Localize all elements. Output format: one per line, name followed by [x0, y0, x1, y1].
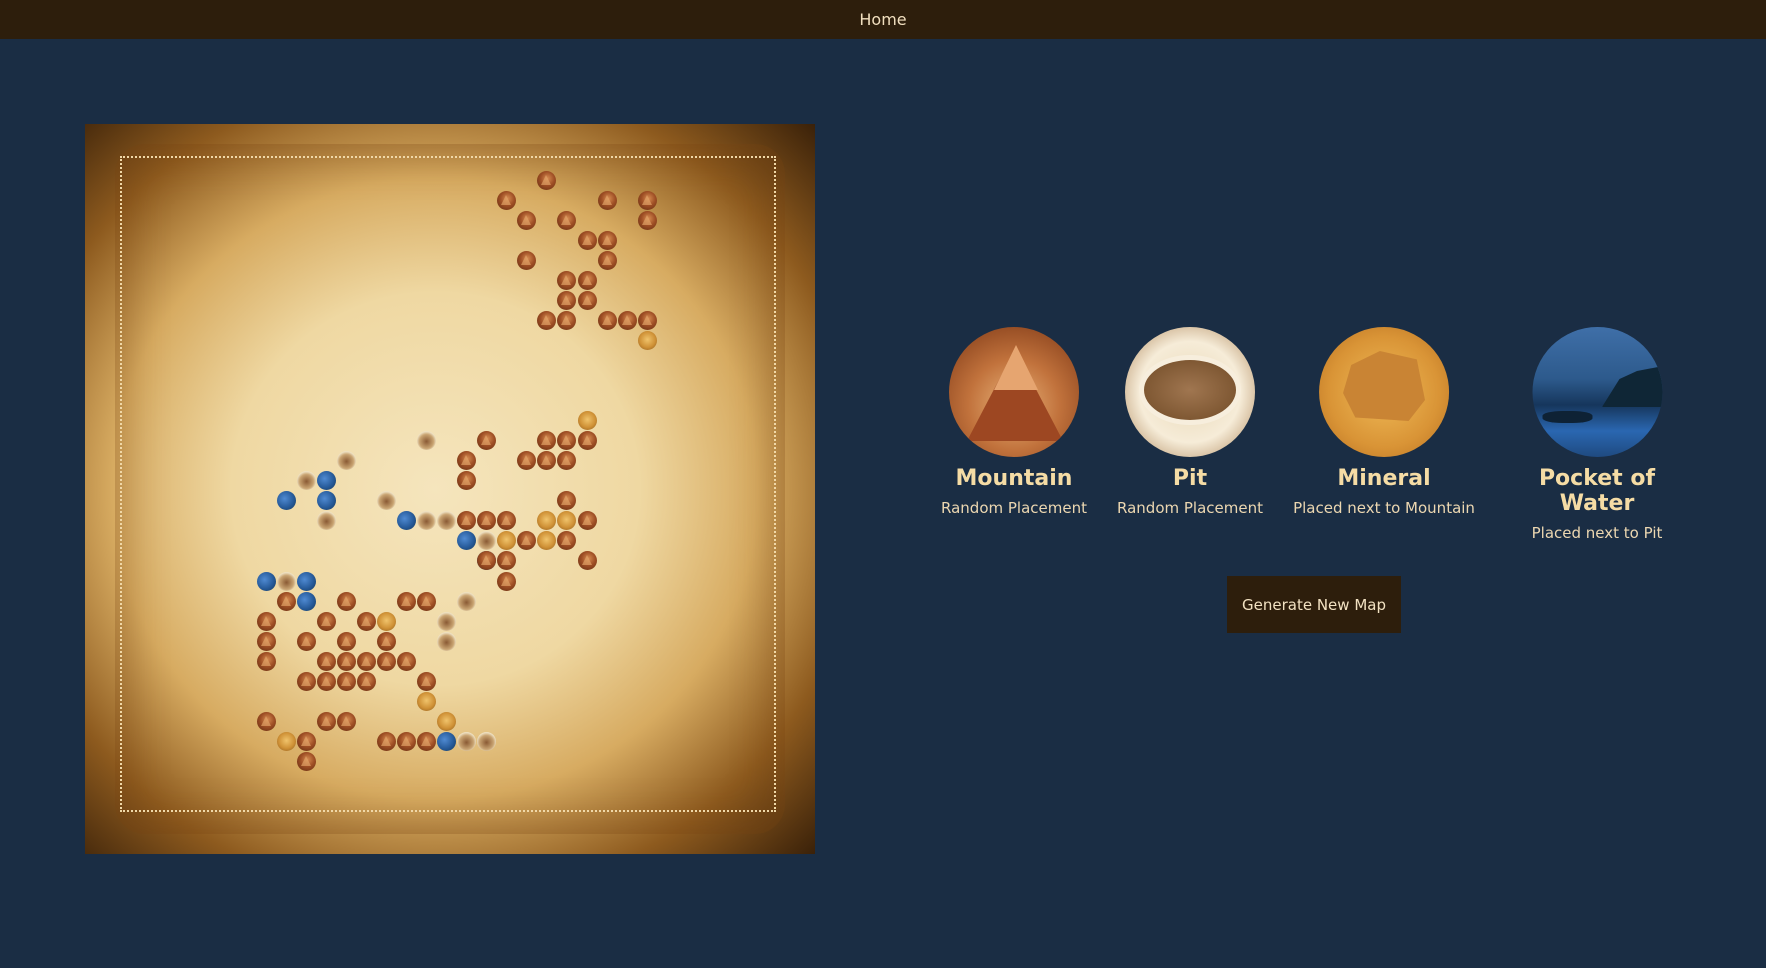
map-tile-water	[316, 471, 336, 491]
map-tile-mountain	[577, 431, 597, 451]
map-tile-mountain	[597, 250, 617, 270]
map-tile-pit	[437, 611, 457, 631]
map-tile-pit	[477, 731, 497, 751]
map-tile-mineral	[577, 411, 597, 431]
map-tile-mountain	[497, 190, 517, 210]
legend-mineral: Mineral Placed next to Mountain	[1293, 327, 1475, 517]
map-tile-mountain	[577, 551, 597, 571]
map-tile-pit	[457, 731, 477, 751]
map-tile-mountain	[557, 210, 577, 230]
map-tile-mountain	[296, 731, 316, 751]
map-tile-mountain	[256, 651, 276, 671]
mountain-icon	[948, 327, 1079, 457]
map-tile-mountain	[377, 651, 396, 671]
map-tile-mountain	[377, 631, 396, 651]
map-tile-mountain	[356, 671, 376, 691]
map-tile-water	[296, 591, 316, 611]
legend-mountain: Mountain Random Placement	[941, 327, 1087, 517]
map-tile-mountain	[577, 290, 597, 310]
map-tile-water	[437, 731, 457, 751]
map-tile-pit	[336, 451, 356, 471]
map-tile-mountain	[397, 731, 417, 751]
map-tile-mountain	[417, 731, 437, 751]
map-tile-mountain	[577, 511, 597, 531]
map-tile-mountain	[497, 571, 517, 591]
map-tile-mountain	[336, 711, 356, 731]
legend-water-name: Pocket of Water	[1538, 466, 1656, 516]
map-tile-mineral	[637, 330, 657, 350]
map-tile-mountain	[356, 651, 376, 671]
map-tile-mountain	[336, 651, 356, 671]
map-tile-mineral	[377, 611, 396, 631]
legend-pit-name: Pit	[1172, 466, 1208, 491]
map-tile-mountain	[316, 711, 336, 731]
map-tile-water	[276, 491, 296, 511]
map-tile-mountain	[617, 310, 637, 330]
map-tile-mountain	[517, 210, 537, 230]
map-tile-mineral	[276, 731, 296, 751]
legend-mountain-name: Mountain	[955, 466, 1073, 491]
map-tile-mountain	[316, 651, 336, 671]
map-tile-water	[316, 491, 336, 511]
legend-pit: Pit Random Placement	[1117, 327, 1263, 517]
map-tile-mountain	[336, 671, 356, 691]
map-tile-water	[296, 571, 316, 591]
map-tile-mountain	[637, 210, 657, 230]
water-icon	[1532, 327, 1662, 457]
map-tile-mountain	[296, 671, 316, 691]
map-tile-mineral	[437, 711, 457, 731]
home-link[interactable]: Home	[859, 10, 906, 29]
map-tile-mountain	[296, 631, 316, 651]
legend-water-rule: Placed next to Pit	[1531, 524, 1663, 542]
map-tile-pit	[296, 471, 316, 491]
map-tile-mountain	[276, 591, 296, 611]
legend-pit-rule: Random Placement	[1117, 499, 1263, 517]
legend-water: Pocket of Water Placed next to Pit	[1513, 327, 1682, 542]
map-tile-mountain	[296, 751, 316, 771]
map-tile-mountain	[537, 170, 557, 190]
map-tile-pit	[457, 591, 477, 611]
map-tile-mountain	[417, 591, 437, 611]
legend-mountain-rule: Random Placement	[941, 499, 1087, 517]
map-tile-mountain	[256, 611, 276, 631]
map-tile-mountain	[256, 631, 276, 651]
generate-map-button[interactable]: Generate New Map	[1227, 576, 1401, 633]
map-canvas	[85, 124, 815, 854]
map-tile-mountain	[397, 591, 417, 611]
map-tile-mountain	[336, 631, 356, 651]
map-tile-mountain	[356, 611, 376, 631]
map-tile-mountain	[637, 190, 657, 210]
map-tile-mountain	[417, 671, 437, 691]
map-tile-pit	[276, 571, 296, 591]
map-tile-mountain	[397, 651, 417, 671]
map-tile-mountain	[577, 270, 597, 290]
map-tile-mountain	[637, 310, 657, 330]
map-tile-mountain	[597, 310, 617, 330]
map-tile-mountain	[316, 671, 336, 691]
legend-mineral-rule: Placed next to Mountain	[1293, 499, 1475, 517]
map-tile-mountain	[316, 611, 336, 631]
top-nav-bar: Home	[0, 0, 1766, 39]
map-tile-water	[256, 571, 276, 591]
mineral-icon	[1319, 327, 1449, 457]
map-tile-mountain	[517, 250, 537, 270]
map-tile-mountain	[336, 591, 356, 611]
map-tile-pit	[437, 631, 457, 651]
map-tile-mountain	[377, 731, 396, 751]
map-tile-mountain	[256, 711, 276, 731]
legend-mineral-name: Mineral	[1337, 466, 1431, 491]
map-tile-mountain	[577, 230, 597, 250]
map-tile-mountain	[597, 230, 617, 250]
map-tile-mineral	[417, 691, 437, 711]
pit-icon	[1124, 327, 1255, 457]
map-tile-mountain	[597, 190, 617, 210]
